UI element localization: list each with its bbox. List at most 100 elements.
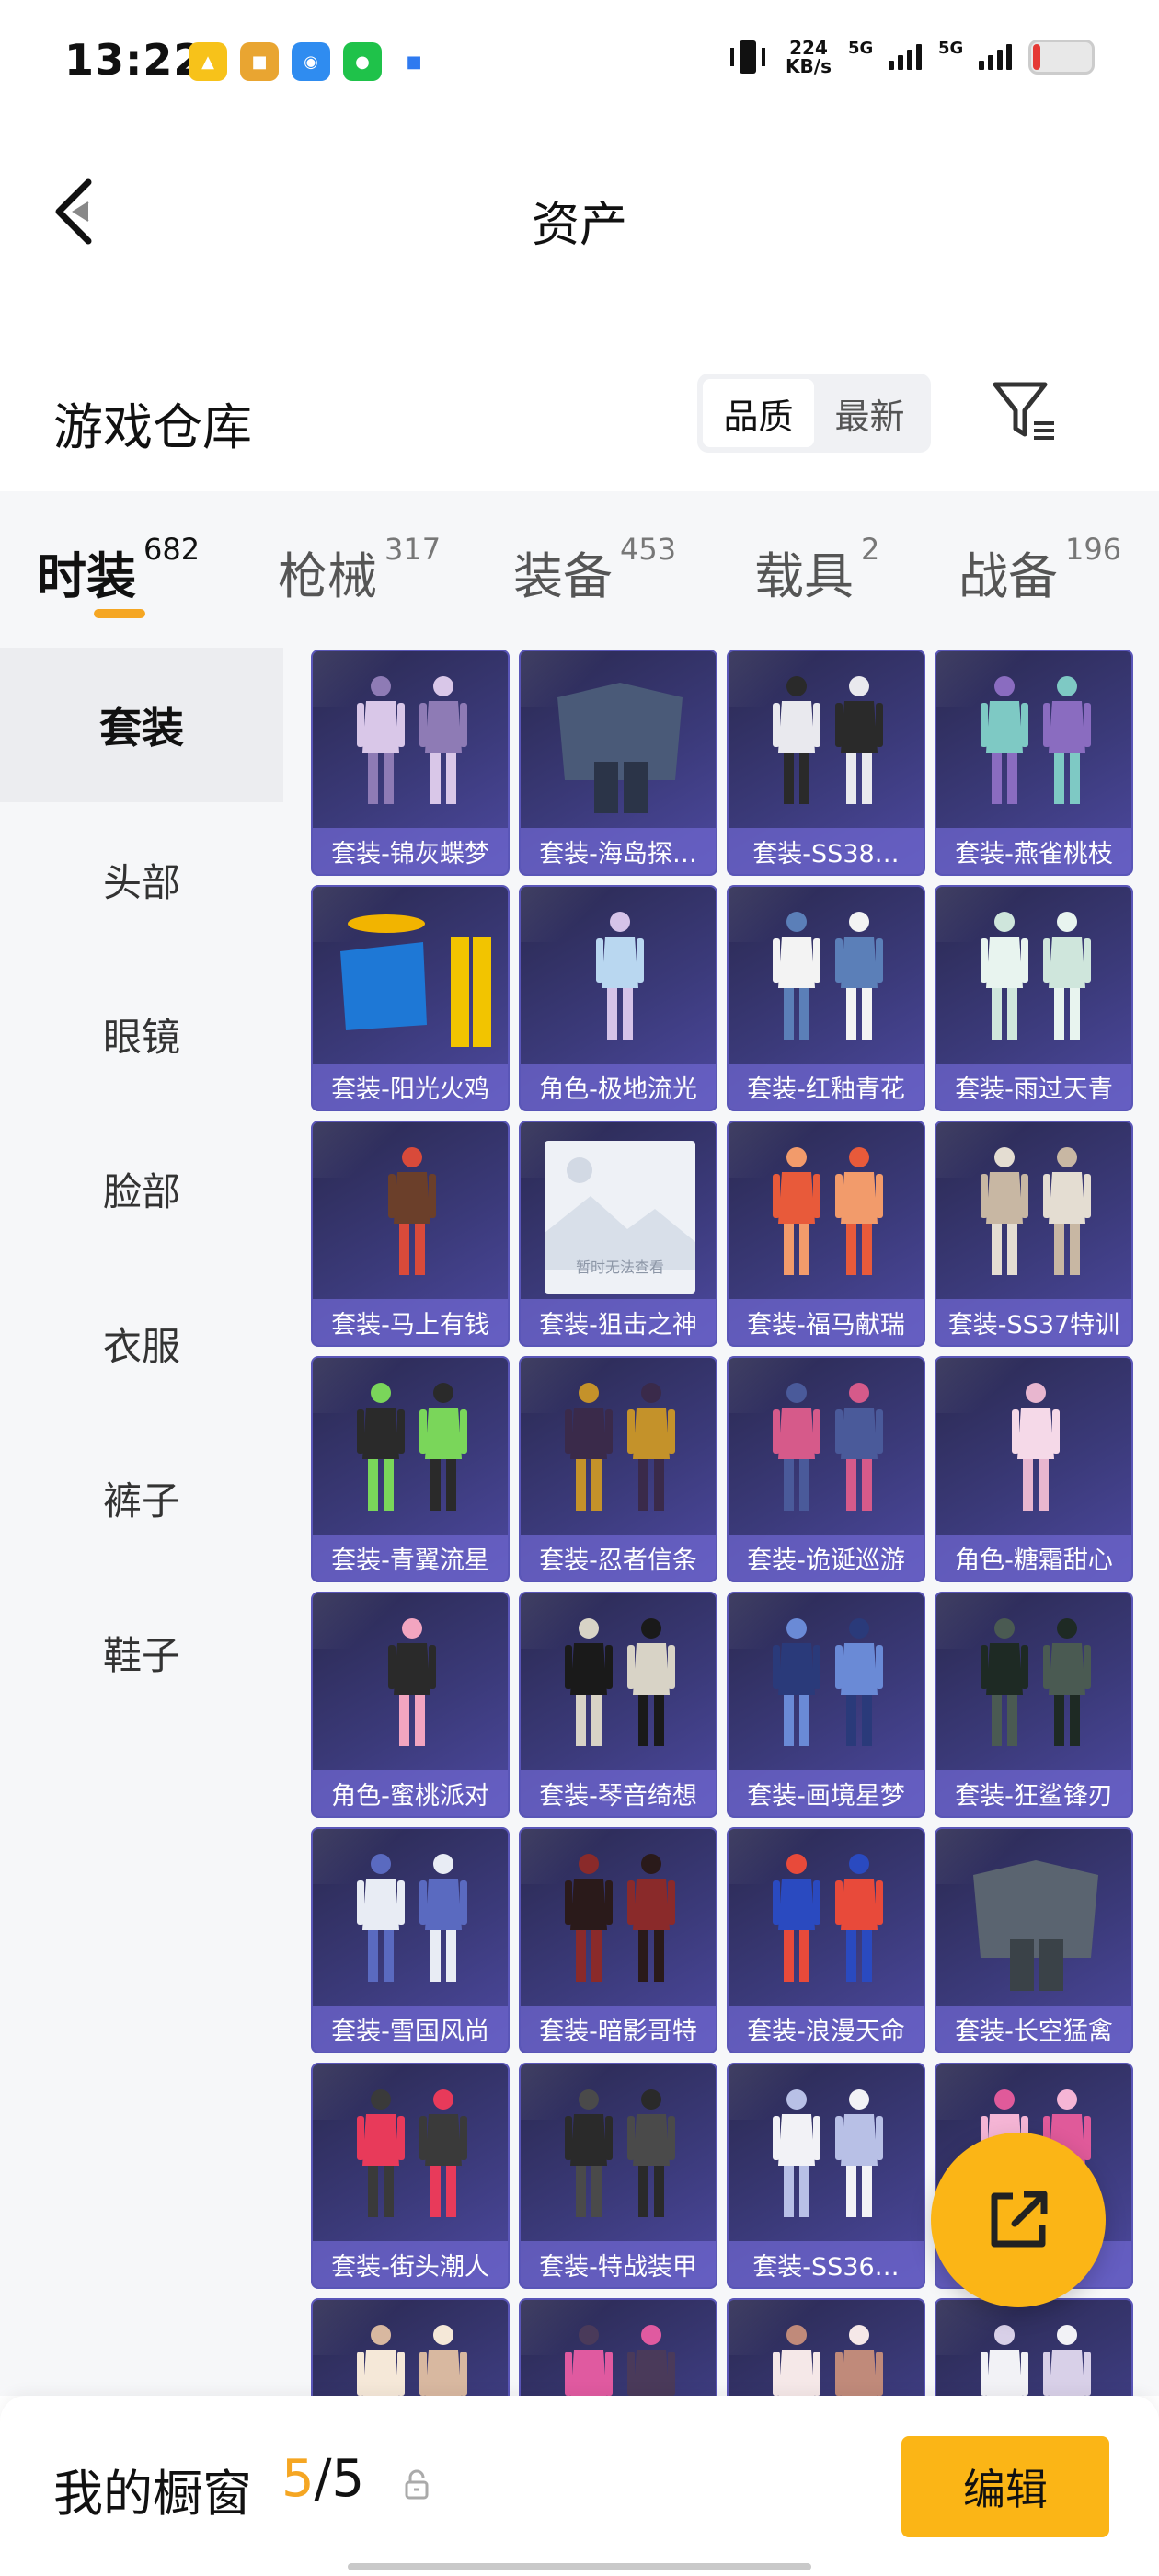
item-card[interactable]: 套装-琴音绮想 (519, 1592, 717, 1818)
showcase-title: 我的橱窗 (53, 2465, 252, 2523)
item-card[interactable]: 套装-诡诞巡游 (727, 1356, 925, 1582)
message-icon: ■ (395, 42, 433, 81)
outfit-thumbnail (981, 1147, 1091, 1275)
item-card[interactable] (311, 2298, 510, 2396)
item-card[interactable]: 角色-极地流光 (519, 885, 717, 1111)
item-card[interactable]: 角色-糖霜甜心 (935, 1356, 1133, 1582)
item-name: 套装-青翼流星 (313, 1535, 508, 1581)
item-card[interactable]: 套装-SS36… (727, 2063, 925, 2289)
category-sidebar: 套装 头部 眼镜 脸部 衣服 裤子 鞋子 (0, 648, 283, 2396)
showcase-total: 5 (331, 2449, 365, 2509)
sort-quality-button[interactable]: 品质 (703, 379, 814, 447)
item-card[interactable]: 套装-长空猛禽 (935, 1827, 1133, 2053)
item-card[interactable]: 套装-街头潮人 (311, 2063, 510, 2289)
category-glasses[interactable]: 眼镜 (0, 957, 283, 1111)
outfit-thumbnail (357, 676, 467, 804)
tab-vehicles[interactable]: 载具 2 (754, 532, 879, 608)
net-speed-unit: KB/s (786, 55, 832, 77)
outfit-thumbnail (773, 912, 883, 1040)
item-card[interactable] (519, 2298, 717, 2396)
item-card[interactable]: 套装-福马献瑞 (727, 1121, 925, 1347)
item-name: 套装-忍者信条 (521, 1535, 716, 1581)
item-card[interactable]: 套装-雨过天青 (935, 885, 1133, 1111)
tab-label: 时装 (37, 547, 136, 605)
edit-button[interactable]: 编辑 (901, 2436, 1109, 2537)
tab-guns[interactable]: 枪械 317 (278, 532, 442, 608)
item-card[interactable]: 套装-海岛探… (519, 650, 717, 876)
tab-label: 战备 (958, 547, 1058, 605)
item-card[interactable]: 角色-蜜桃派对 (311, 1592, 510, 1818)
item-name: 套装-SS37特训 (936, 1299, 1131, 1345)
sort-toggle: 品质 最新 (697, 374, 931, 453)
item-name: 套装-长空猛禽 (936, 2006, 1131, 2052)
item-card[interactable] (727, 2298, 925, 2396)
asset-tabs: 时装 682 枪械 317 装备 453 载具 2 战备 196 (0, 491, 1159, 648)
item-card[interactable]: 套装-狂鲨锋刃 (935, 1592, 1133, 1818)
category-shoes[interactable]: 鞋子 (0, 1575, 283, 1730)
item-name: 套装-雨过天青 (936, 1064, 1131, 1110)
battery-icon (1028, 40, 1095, 75)
item-card[interactable]: 套装-雪国风尚 (311, 1827, 510, 2053)
outfit-thumbnail (565, 2325, 675, 2396)
item-card[interactable]: 套装-马上有钱 (311, 1121, 510, 1347)
outfit-thumbnail (981, 676, 1091, 804)
page-title: 资产 (531, 198, 627, 253)
tab-count: 682 (143, 532, 201, 567)
image-placeholder-text: 暂时无法查看 (575, 1259, 664, 1276)
tab-count: 317 (384, 532, 442, 567)
sort-newest-button[interactable]: 最新 (814, 379, 925, 447)
share-fab[interactable] (931, 2133, 1106, 2307)
signal-sim1-icon: 5G (848, 39, 922, 70)
item-name: 套装-海岛探… (521, 828, 716, 874)
outfit-thumbnail (565, 2089, 675, 2217)
item-name: 角色-糖霜甜心 (936, 1535, 1131, 1581)
wechat-icon: ● (343, 42, 382, 81)
item-name: 套装-马上有钱 (313, 1299, 508, 1345)
category-clothes[interactable]: 衣服 (0, 1266, 283, 1420)
outfit-thumbnail (773, 2325, 883, 2396)
item-card[interactable]: 套装-特战装甲 (519, 2063, 717, 2289)
tab-equipment[interactable]: 装备 453 (513, 532, 676, 608)
item-card[interactable]: 套装-画境星梦 (727, 1592, 925, 1818)
outfit-thumbnail (773, 1854, 883, 1982)
top-header: 资产 (0, 138, 1159, 285)
filter-button[interactable] (990, 377, 1060, 447)
outfit-thumbnail (773, 1147, 883, 1275)
item-name: 套装-暗影哥特 (521, 2006, 716, 2052)
outfit-thumbnail (596, 912, 644, 1040)
showcase-current: 5 (281, 2449, 315, 2509)
item-card[interactable]: 套装-暗影哥特 (519, 1827, 717, 2053)
item-card[interactable]: 套装-阳光火鸡 (311, 885, 510, 1111)
item-card[interactable]: 套装-青翼流星 (311, 1356, 510, 1582)
item-name: 套装-福马献瑞 (729, 1299, 924, 1345)
category-suit[interactable]: 套装 (0, 648, 283, 802)
notification-icons: ▲ ■ ◉ ● ■ (189, 42, 433, 81)
item-name: 套装-浪漫天命 (729, 2006, 924, 2052)
category-face[interactable]: 脸部 (0, 1111, 283, 1266)
tab-fashion[interactable]: 时装 682 (37, 532, 201, 608)
item-card[interactable]: 暂时无法查看 套装-狙击之神 (519, 1121, 717, 1347)
signal-sim2-icon: 5G (938, 39, 1012, 70)
tab-gear[interactable]: 战备 196 (958, 532, 1122, 608)
status-right: 224 KB/s 5G 5G (727, 37, 1095, 77)
showcase-count: 5/5 (281, 2449, 364, 2509)
category-pants[interactable]: 裤子 (0, 1420, 283, 1575)
image-placeholder: 暂时无法查看 (545, 1141, 695, 1294)
item-name: 套装-诡诞巡游 (729, 1535, 924, 1581)
outfit-thumbnail (981, 912, 1091, 1040)
status-bar: 13:22 ▲ ■ ◉ ● ■ 224 KB/s 5G 5G (0, 0, 1159, 120)
item-card[interactable]: 套装-锦灰蝶梦 (311, 650, 510, 876)
outfit-thumbnail (388, 1147, 436, 1275)
item-card[interactable]: 套装-燕雀桃枝 (935, 650, 1133, 876)
item-card[interactable] (935, 2298, 1133, 2396)
item-card[interactable]: 套装-SS37特训 (935, 1121, 1133, 1347)
showcase-bar: 我的橱窗 5/5 编辑 (0, 2396, 1159, 2576)
item-card[interactable]: 套装-红釉青花 (727, 885, 925, 1111)
tab-count: 196 (1065, 532, 1122, 567)
item-card[interactable]: 套装-浪漫天命 (727, 1827, 925, 2053)
category-head[interactable]: 头部 (0, 802, 283, 957)
item-card[interactable]: 套装-忍者信条 (519, 1356, 717, 1582)
status-time: 13:22 (64, 35, 204, 85)
game-app-icon: ▲ (189, 42, 227, 81)
item-card[interactable]: 套装-SS38… (727, 650, 925, 876)
